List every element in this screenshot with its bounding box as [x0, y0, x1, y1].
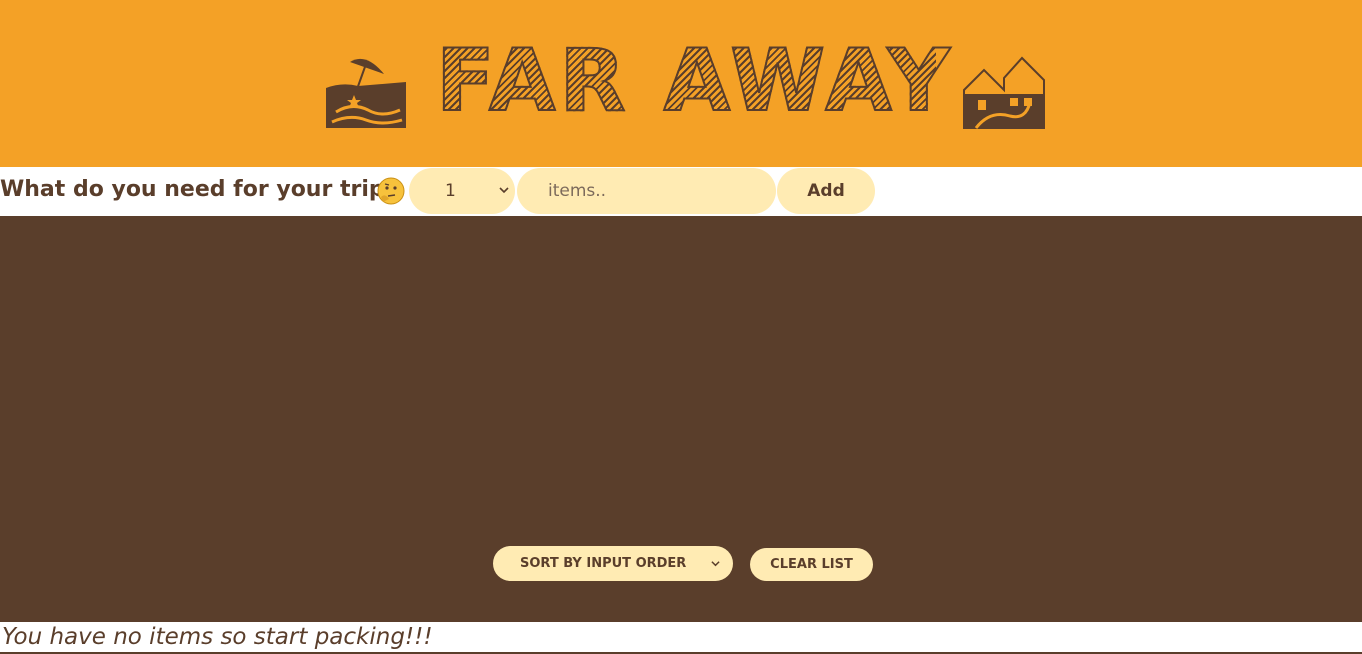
clear-list-button[interactable]: CLEAR LIST	[750, 548, 873, 581]
chevron-down-icon	[499, 187, 509, 194]
stats-footer: You have no items so start packing!!!	[0, 622, 1362, 654]
houses-icon	[963, 56, 1045, 129]
beach-umbrella-icon	[326, 58, 406, 128]
thinking-face-icon	[377, 177, 405, 205]
sort-select[interactable]: SORT BY INPUT ORDER	[493, 546, 733, 581]
app-title: FAR AWAY	[435, 31, 954, 131]
stats-text: You have no items so start packing!!!	[2, 624, 433, 650]
chevron-down-icon	[711, 561, 720, 567]
item-input-placeholder: items..	[548, 181, 607, 201]
header: FAR AWAY	[0, 0, 1362, 167]
quantity-select[interactable]: 1	[409, 168, 515, 214]
item-input[interactable]: items..	[517, 168, 776, 214]
packing-list: SORT BY INPUT ORDER CLEAR LIST	[0, 216, 1362, 622]
quantity-value: 1	[445, 181, 456, 201]
form-question: What do you need for your trip?	[0, 177, 398, 202]
sort-value: SORT BY INPUT ORDER	[520, 556, 687, 571]
add-button[interactable]: Add	[777, 168, 875, 214]
add-item-form: What do you need for your trip? 1 items.…	[0, 167, 1362, 216]
